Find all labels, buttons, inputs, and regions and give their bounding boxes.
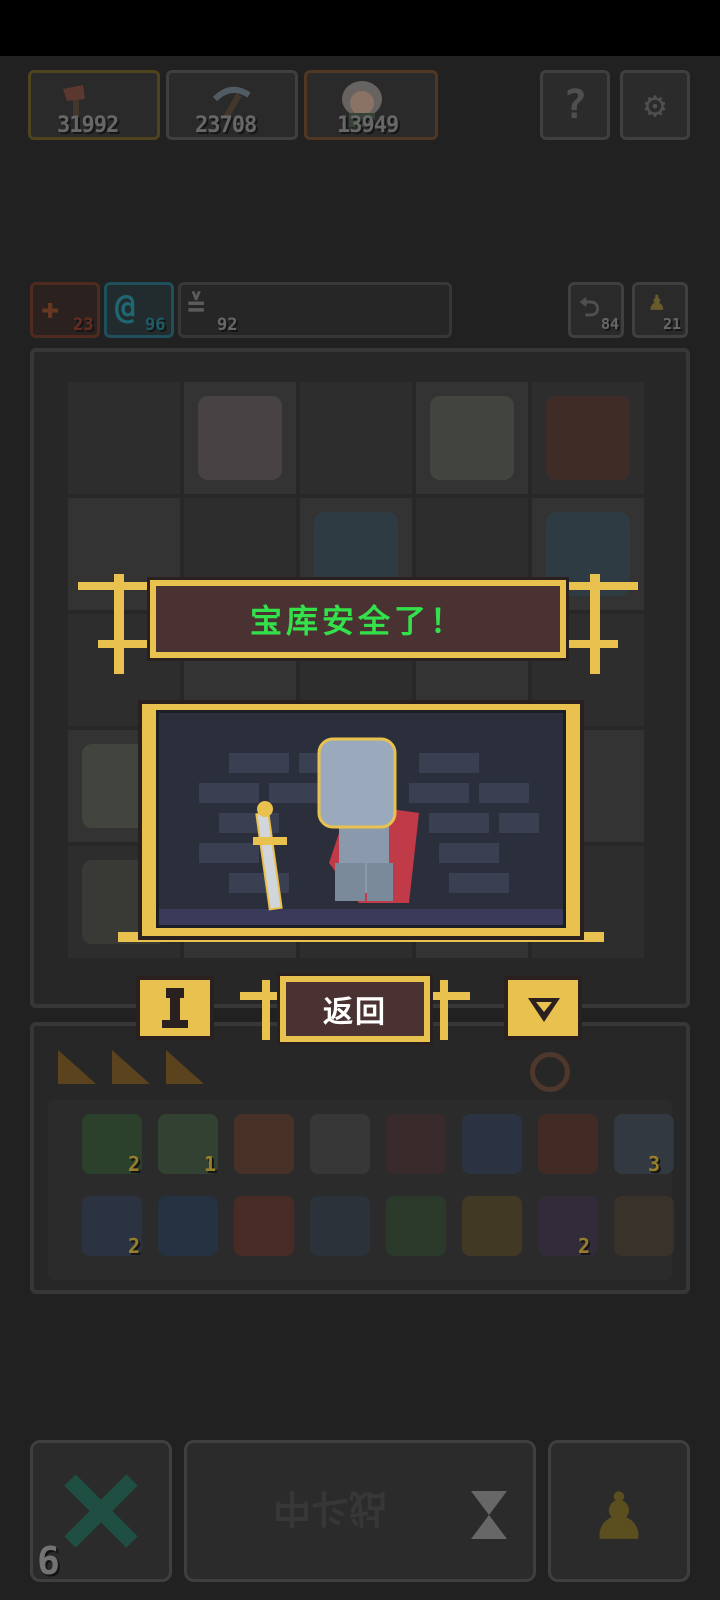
turns-value: 84 [601, 315, 620, 333]
hero-count: 13949 [337, 113, 399, 138]
battle-axe-item[interactable] [614, 1114, 674, 1174]
sword-plus-icon: ✚ [41, 291, 60, 326]
question-icon: ? [562, 82, 588, 128]
attack-value: 23 [73, 315, 94, 335]
magic-stat: @ 96 [104, 282, 174, 338]
back-button-label: 返回 [323, 995, 387, 1030]
inventory-panel: 2 1 3 2 2 [30, 1022, 690, 1294]
sickle-item[interactable] [614, 1196, 674, 1256]
hooded-mage-unit[interactable] [546, 396, 630, 480]
turns-stat: ⮌ 84 [568, 282, 624, 338]
gem-button[interactable] [504, 976, 582, 1040]
skeleton-knight-unit[interactable] [198, 396, 282, 480]
resource-pickaxe: 23708 [166, 70, 298, 140]
inventory-grid: 2 1 3 2 2 [48, 1100, 674, 1280]
back-button-wrap: 返回 [240, 976, 470, 1046]
keys-value: 21 [663, 315, 682, 333]
magic-value: 96 [145, 315, 166, 335]
pawn-icon: ♟ [594, 1464, 644, 1558]
spear-item[interactable] [538, 1114, 598, 1174]
droplet-item[interactable] [310, 1196, 370, 1256]
cancel-button[interactable]: 6 [30, 1440, 172, 1583]
axe-count: 31992 [57, 113, 119, 138]
knight-illustration [159, 737, 563, 925]
rune-board-item[interactable] [386, 1196, 446, 1256]
crossbow-item[interactable] [386, 1114, 446, 1174]
hourglass-count: 2 [128, 1234, 141, 1258]
elixir-count: 1 [204, 1152, 217, 1176]
shield-item[interactable] [234, 1114, 294, 1174]
speed-stat: ≚ 92 [178, 282, 452, 338]
attack-stat: ✚ 23 [30, 282, 100, 338]
close-icon [64, 1474, 138, 1548]
gear-icon: ⚙ [644, 84, 666, 126]
return-arrow-icon: ⮌ [579, 293, 600, 323]
scythe-item[interactable] [310, 1114, 370, 1174]
hourglass-icon [471, 1491, 507, 1539]
chalice-item[interactable] [462, 1196, 522, 1256]
remaining-count: 6 [37, 1539, 60, 1583]
resource-axe: 31992 [28, 70, 160, 140]
witch-unit[interactable] [430, 396, 514, 480]
help-button[interactable]: ? [540, 70, 610, 140]
pickaxe-count: 23708 [195, 113, 257, 138]
battle-status-button[interactable]: 战斗中 [184, 1440, 536, 1582]
gem-icon [528, 998, 560, 1022]
water-drop-tome-item[interactable] [462, 1114, 522, 1174]
battle-axe-count: 3 [648, 1152, 661, 1176]
vault-banner: 宝库安全了！ [78, 574, 638, 678]
demon-mask-item[interactable] [234, 1196, 294, 1256]
resource-hero: 13949 [304, 70, 438, 140]
ring-icon [530, 1052, 570, 1092]
scene-frame [118, 700, 604, 960]
serpent-item[interactable] [158, 1196, 218, 1256]
recruit-button[interactable]: ♟ [548, 1440, 690, 1582]
knight-scene [156, 710, 566, 928]
tower-button[interactable] [136, 976, 214, 1040]
back-button[interactable]: 返回 [280, 976, 430, 1042]
potion-jar-count: 2 [578, 1234, 591, 1258]
tower-icon [162, 988, 188, 1028]
status-bar [0, 0, 720, 56]
speed-value: 92 [217, 315, 238, 335]
pawn-icon: ♟ [649, 287, 665, 317]
settings-button[interactable]: ⚙ [620, 70, 690, 140]
emerald-count: 2 [128, 1152, 141, 1176]
card-slots [54, 1044, 224, 1090]
keys-stat: ♟ 21 [632, 282, 688, 338]
battle-status-label: 战斗中 [272, 1485, 387, 1530]
vault-safe-title: 宝库安全了！ [249, 602, 466, 640]
